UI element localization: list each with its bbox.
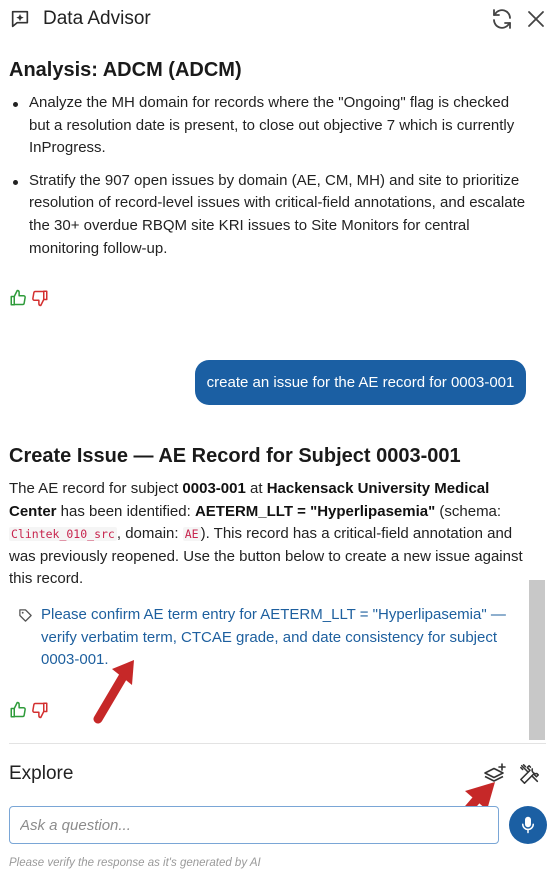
- tag-icon: [19, 609, 32, 622]
- ask-question-input[interactable]: [9, 806, 499, 844]
- refresh-icon[interactable]: [490, 7, 514, 31]
- list-item: Analyze the MH domain for records where …: [9, 92, 534, 160]
- domain-code: AE: [182, 527, 201, 542]
- feedback-buttons: [9, 289, 49, 307]
- close-icon[interactable]: [526, 9, 546, 29]
- divider: [9, 743, 546, 744]
- issue-link-text[interactable]: Please confirm AE term entry for AETERM_…: [18, 604, 518, 672]
- create-issue-heading: Create Issue — AE Record for Subject 000…: [9, 445, 461, 467]
- thumbs-up-icon[interactable]: [9, 289, 27, 307]
- create-issue-description: The AE record for subject 0003-001 at Ha…: [9, 480, 523, 588]
- microphone-button[interactable]: [509, 806, 547, 844]
- scrollbar-thumb[interactable]: [529, 580, 545, 740]
- analysis-list: Analyze the MH domain for records where …: [9, 92, 534, 270]
- subject-id: 0003-001: [182, 480, 246, 497]
- microphone-icon: [522, 816, 534, 834]
- sparkle-chat-icon: [11, 10, 29, 28]
- analysis-heading: Analysis: ADCM (ADCM): [9, 59, 242, 81]
- thumbs-down-icon[interactable]: [31, 289, 49, 307]
- field-value: AETERM_LLT = "Hyperlipasemia": [194, 502, 436, 520]
- tools-icon[interactable]: [519, 763, 541, 785]
- thumbs-down-icon[interactable]: [31, 701, 49, 719]
- panel-header: Data Advisor: [0, 0, 557, 40]
- ai-disclaimer: Please verify the response as it's gener…: [9, 857, 261, 869]
- panel-title: Data Advisor: [43, 8, 151, 29]
- explore-label: Explore: [9, 763, 74, 784]
- layers-add-icon[interactable]: [483, 762, 507, 786]
- list-item: Stratify the 907 open issues by domain (…: [9, 170, 534, 260]
- thumbs-up-icon[interactable]: [9, 701, 27, 719]
- feedback-buttons: [9, 701, 49, 719]
- user-message-bubble: create an issue for the AE record for 00…: [195, 360, 526, 405]
- schema-code: Clintek_010_src: [9, 527, 117, 542]
- create-issue-link[interactable]: Please confirm AE term entry for AETERM_…: [18, 604, 518, 672]
